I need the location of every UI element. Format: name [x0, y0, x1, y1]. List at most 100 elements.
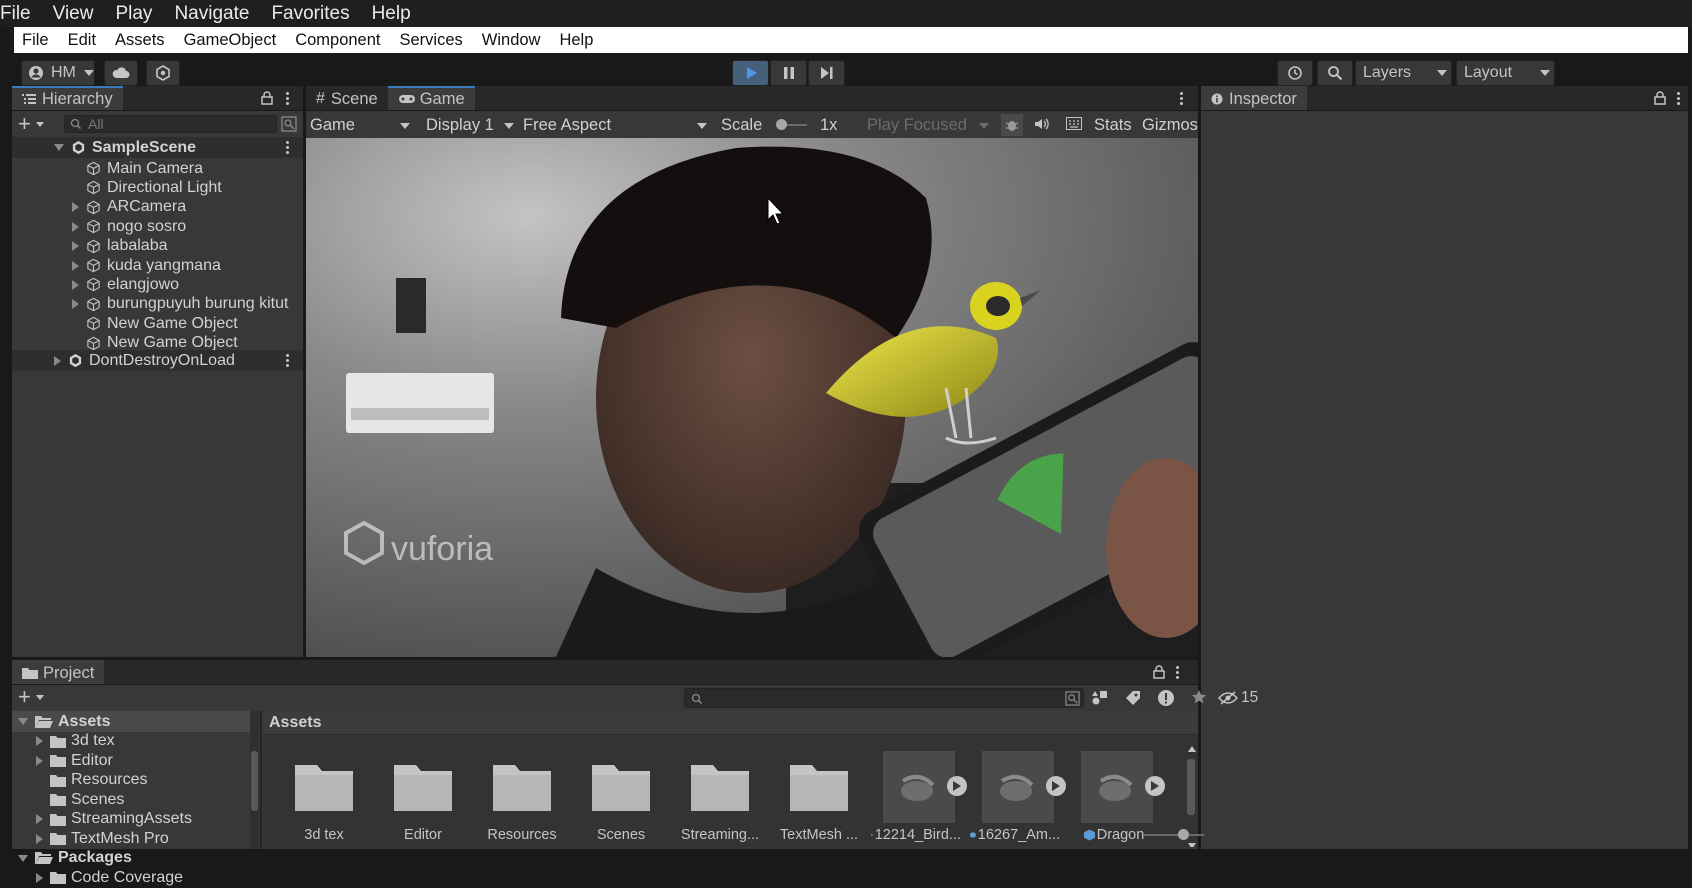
icon-size-slider[interactable]: [1144, 829, 1204, 840]
account-button[interactable]: HM: [21, 60, 95, 86]
hierarchy-item[interactable]: burungpuyuh burung kitut: [12, 294, 288, 315]
tab-game[interactable]: Game: [387, 86, 475, 110]
filter-type-icon[interactable]: [1092, 690, 1108, 706]
play-preview-button[interactable]: [947, 776, 967, 796]
play-preview-button[interactable]: [1145, 776, 1165, 796]
hierarchy-item[interactable]: elangjowo: [12, 274, 179, 295]
play-button[interactable]: [732, 60, 769, 86]
play-icon: [746, 67, 757, 79]
label-icon[interactable]: [1125, 690, 1141, 706]
lock-icon[interactable]: [261, 91, 273, 105]
project-tree-item[interactable]: TextMesh Pro: [12, 828, 250, 849]
warning-icon[interactable]: [1157, 689, 1175, 707]
history-button[interactable]: [1277, 60, 1313, 86]
os-menu-favorites[interactable]: Favorites: [271, 3, 360, 25]
lock-icon[interactable]: [1153, 665, 1165, 679]
bug-button[interactable]: [1001, 114, 1023, 136]
tab-scene[interactable]: # Scene: [306, 86, 388, 110]
os-menu-navigate[interactable]: Navigate: [174, 3, 260, 25]
game-mode-dropdown[interactable]: Game: [306, 114, 414, 136]
game-viewport[interactable]: vuforia: [306, 138, 1198, 657]
menu-window[interactable]: Window: [482, 31, 541, 50]
icon-size-handle[interactable]: [1178, 829, 1189, 840]
hierarchy-item[interactable]: Directional Light: [12, 177, 222, 198]
play-focus-dropdown[interactable]: Play Focused: [863, 114, 993, 136]
create-button[interactable]: +: [18, 113, 44, 135]
hierarchy-item[interactable]: nogo sosro: [12, 216, 186, 237]
cloud-button[interactable]: [104, 60, 138, 86]
asset-grid: 3d tex Editor Resources Scenes Streaming... T…: [263, 735, 1198, 849]
display-dropdown[interactable]: Display 1: [422, 114, 518, 136]
scene-search-icon[interactable]: [281, 116, 297, 132]
step-button[interactable]: [808, 60, 845, 86]
hierarchy-search-input[interactable]: All: [64, 115, 277, 133]
os-menu-play[interactable]: Play: [115, 3, 163, 25]
project-tree-item[interactable]: StreamingAssets: [12, 809, 250, 830]
aspect-dropdown[interactable]: Free Aspect: [519, 114, 711, 136]
asset-folder-label: Editor: [404, 827, 442, 843]
hierarchy-item[interactable]: labalaba: [12, 236, 168, 257]
more-options-icon[interactable]: [286, 141, 290, 155]
tab-project[interactable]: Project: [12, 660, 105, 684]
stats-button[interactable]: Stats: [1090, 114, 1136, 136]
hierarchy-item[interactable]: New Game Object: [12, 313, 238, 334]
project-tree-item[interactable]: Resources: [12, 770, 250, 791]
menu-component[interactable]: Component: [295, 31, 380, 50]
chevron-down-icon: [979, 123, 989, 129]
project-tree-item[interactable]: Assets: [12, 711, 250, 732]
gizmos-button[interactable]: Gizmos: [1138, 114, 1198, 136]
splitter[interactable]: [260, 711, 262, 849]
menu-assets[interactable]: Assets: [115, 31, 165, 50]
hierarchy-item[interactable]: Main Camera: [12, 158, 203, 179]
collab-button[interactable]: [146, 60, 180, 86]
project-tree-item[interactable]: Code Coverage: [12, 867, 250, 888]
search-button[interactable]: [1317, 60, 1353, 86]
os-menu-view[interactable]: View: [53, 3, 105, 25]
project-search-input[interactable]: [684, 688, 1084, 708]
tree-scrollbar[interactable]: [250, 711, 259, 849]
lock-icon[interactable]: [1654, 91, 1666, 105]
menu-file[interactable]: File: [22, 31, 49, 50]
project-tree-item[interactable]: 3d tex: [12, 731, 250, 752]
os-menu-help[interactable]: Help: [372, 3, 422, 25]
menu-gameobject[interactable]: GameObject: [184, 31, 277, 50]
chevron-down-icon: [697, 123, 707, 129]
game-tab-label: Game: [419, 89, 465, 108]
os-menu-file[interactable]: File: [0, 3, 42, 25]
tab-inspector[interactable]: Inspector: [1201, 86, 1307, 110]
more-options-icon[interactable]: [286, 92, 290, 106]
menu-help[interactable]: Help: [559, 31, 593, 50]
menu-services[interactable]: Services: [400, 31, 463, 50]
chevron-up-icon[interactable]: [1188, 746, 1196, 752]
speaker-icon[interactable]: [1034, 117, 1050, 131]
more-options-icon[interactable]: [286, 354, 290, 368]
dont-destroy-row[interactable]: DontDestroyOnLoad: [12, 350, 303, 371]
tree-scroll-thumb[interactable]: [251, 751, 258, 811]
star-icon[interactable]: [1191, 689, 1207, 705]
play-preview-button[interactable]: [1046, 776, 1066, 796]
scene-search-icon[interactable]: [1065, 691, 1080, 706]
grid-scroll-thumb[interactable]: [1187, 759, 1195, 815]
menu-edit[interactable]: Edit: [68, 31, 96, 50]
project-tree-item[interactable]: Packages: [12, 848, 250, 869]
scale-handle[interactable]: [776, 119, 787, 130]
layers-dropdown[interactable]: Layers: [1355, 60, 1452, 86]
folder-icon: [790, 765, 848, 811]
folder-icon: [493, 765, 551, 811]
project-tree-item[interactable]: Scenes: [12, 789, 250, 810]
keyboard-icon[interactable]: [1066, 117, 1082, 130]
scene-row[interactable]: SampleScene: [12, 137, 303, 158]
tab-hierarchy[interactable]: Hierarchy: [12, 86, 123, 110]
project-tree-item[interactable]: Editor: [12, 750, 250, 771]
layout-dropdown[interactable]: Layout: [1456, 60, 1555, 86]
more-options-icon[interactable]: [1677, 92, 1681, 106]
project-create-button[interactable]: +: [18, 686, 44, 708]
hierarchy-item[interactable]: kuda yangmana: [12, 255, 221, 276]
more-options-icon[interactable]: [1180, 92, 1184, 106]
more-options-icon[interactable]: [1176, 666, 1180, 680]
pause-button[interactable]: [770, 60, 807, 86]
hierarchy-item[interactable]: ARCamera: [12, 197, 186, 218]
scale-slider[interactable]: Scale 1x: [717, 114, 867, 136]
breadcrumb-label[interactable]: Assets: [269, 714, 321, 732]
hidden-packages-toggle[interactable]: 15: [1218, 689, 1258, 707]
